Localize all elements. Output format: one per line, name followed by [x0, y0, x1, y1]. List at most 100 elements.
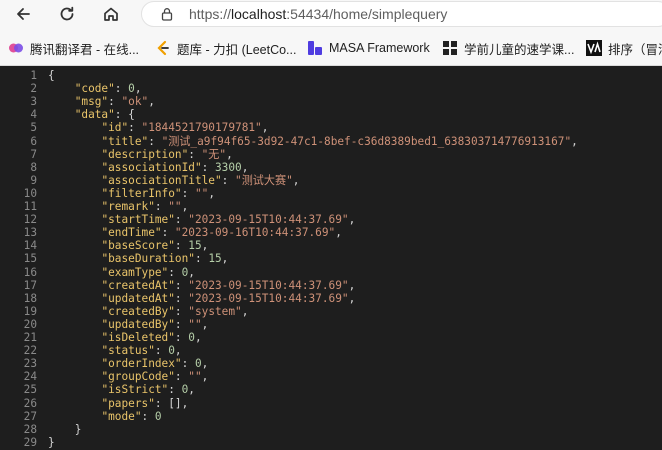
- json-number: 0: [194, 357, 202, 371]
- bookmark-masa-framework[interactable]: MASA Framework: [307, 39, 430, 57]
- arrow-left-icon: [17, 8, 30, 20]
- json-punctuation: ,: [226, 147, 233, 161]
- line-content: "remark": "",: [48, 200, 188, 213]
- json-key: "associationId": [101, 160, 202, 174]
- leetcode-icon: [155, 40, 171, 56]
- bookmark-bubble-sort[interactable]: 排序（冒泡: [586, 39, 662, 57]
- json-punctuation: ,: [261, 121, 269, 135]
- json-punctuation: [48, 397, 101, 410]
- line-number: 9: [30, 173, 37, 187]
- line-number: 7: [30, 147, 37, 161]
- line-content: "orderIndex": 0,: [48, 357, 208, 370]
- address-bar[interactable]: https://localhost:54434/home/simplequery: [141, 1, 662, 27]
- json-punctuation: [48, 357, 101, 370]
- home-button[interactable]: [97, 1, 125, 27]
- json-punctuation: ,: [194, 331, 202, 344]
- json-punctuation: :: [154, 200, 169, 213]
- bookmark-label: 腾讯翻译君 - 在线...: [30, 42, 140, 57]
- line-number: 21: [23, 331, 37, 344]
- bookmark-label: 排序（冒泡: [608, 42, 662, 57]
- json-punctuation: ,: [188, 265, 195, 279]
- json-key: "data": [74, 108, 115, 122]
- line-number: 14: [23, 239, 37, 253]
- json-punctuation: :: [128, 121, 142, 135]
- json-punctuation: [48, 292, 101, 305]
- line-number: 27: [23, 409, 37, 423]
- bookmark-label: MASA Framework: [329, 41, 430, 55]
- json-string: "1844521790179781": [141, 121, 262, 135]
- line-number: 11: [23, 200, 37, 213]
- json-number: 0: [154, 409, 162, 423]
- url-text[interactable]: https://localhost:54434/home/simplequery: [189, 6, 447, 22]
- line-content: "baseScore": 15,: [48, 239, 208, 252]
- bookmark-tencent-translate[interactable]: 腾讯翻译君 - 在线...: [8, 39, 139, 57]
- line-number: 10: [23, 186, 37, 200]
- json-key: "mode": [101, 409, 142, 423]
- json-punctuation: [48, 121, 101, 134]
- bookmark-label: 学前儿童的速学课...: [464, 42, 575, 57]
- json-punctuation: ,: [148, 95, 155, 109]
- json-punctuation: :: [201, 160, 215, 174]
- json-punctuation: ,: [348, 278, 356, 292]
- json-punctuation: [48, 331, 101, 344]
- url-host: localhost: [231, 6, 287, 22]
- json-punctuation: {: [48, 69, 55, 82]
- json-viewer[interactable]: 1 {2 "code": 0, 3 "msg": "ok", 4 "data": {5…: [0, 66, 662, 450]
- bookmark-leetcode[interactable]: 题库 - 力扣 (LeetCo...: [155, 39, 296, 57]
- json-key: "remark": [101, 200, 155, 213]
- line-content: "associationTitle": "测试大赛",: [48, 174, 299, 187]
- json-punctuation: ,: [241, 160, 249, 174]
- json-punctuation: :: [221, 173, 236, 187]
- bookmark-preschool-course[interactable]: 学前儿童的速学课...: [442, 39, 574, 57]
- line-number: 24: [23, 370, 37, 384]
- back-button[interactable]: [9, 1, 37, 27]
- json-punctuation: [48, 305, 101, 318]
- json-string: "无": [201, 147, 227, 161]
- json-punctuation: ,: [201, 357, 209, 371]
- json-punctuation: [48, 82, 75, 95]
- line-number: 5: [30, 121, 37, 135]
- line-number: 25: [23, 383, 37, 397]
- json-punctuation: ,: [348, 291, 356, 305]
- json-punctuation: [48, 95, 75, 108]
- json-key: "filterInfo": [101, 186, 182, 200]
- json-punctuation: [48, 135, 101, 148]
- json-key: "groupCode": [101, 370, 175, 384]
- json-punctuation: ,: [188, 383, 195, 397]
- json-string: "2023-09-15T10:44:37.69": [188, 291, 349, 305]
- json-key: "isDeleted": [101, 331, 175, 344]
- json-number: 15: [208, 252, 222, 266]
- line-content: "status": 0,: [48, 344, 181, 357]
- json-punctuation: }: [48, 422, 82, 436]
- json-punctuation: [48, 239, 101, 252]
- reload-button[interactable]: [53, 1, 81, 27]
- json-key: "startTime": [101, 213, 175, 227]
- json-punctuation: :: [174, 239, 189, 253]
- json-string: "": [188, 317, 202, 331]
- json-punctuation: :: [148, 134, 162, 148]
- json-key: "code": [74, 82, 115, 96]
- json-punctuation: :: [168, 383, 182, 397]
- tencent-translate-icon: [8, 40, 24, 56]
- line-number: 4: [30, 108, 37, 122]
- json-key: "createdAt": [101, 278, 175, 292]
- line-number: 19: [23, 304, 37, 318]
- json-punctuation: [48, 266, 101, 279]
- json-punctuation: :: [174, 331, 189, 344]
- line-number: 12: [23, 213, 37, 227]
- line-content: "papers": [],: [48, 397, 188, 410]
- line-content: "startTime": "2023-09-15T10:44:37.69",: [48, 213, 355, 226]
- json-punctuation: :: [181, 357, 195, 371]
- json-punctuation: ,: [571, 134, 578, 148]
- json-punctuation: :: [174, 213, 189, 227]
- line-number: 6: [30, 134, 37, 148]
- line-content: "msg": "ok",: [48, 95, 155, 108]
- json-key: "id": [101, 121, 129, 135]
- page-info-icon[interactable]: [160, 7, 174, 21]
- url-scheme: https://: [189, 6, 232, 22]
- json-number: 0: [128, 82, 135, 96]
- line-content: "isStrict": 0,: [48, 383, 195, 396]
- line-content: "description": "无",: [48, 147, 233, 161]
- json-punctuation: [48, 252, 101, 265]
- json-punctuation: :: [174, 304, 189, 318]
